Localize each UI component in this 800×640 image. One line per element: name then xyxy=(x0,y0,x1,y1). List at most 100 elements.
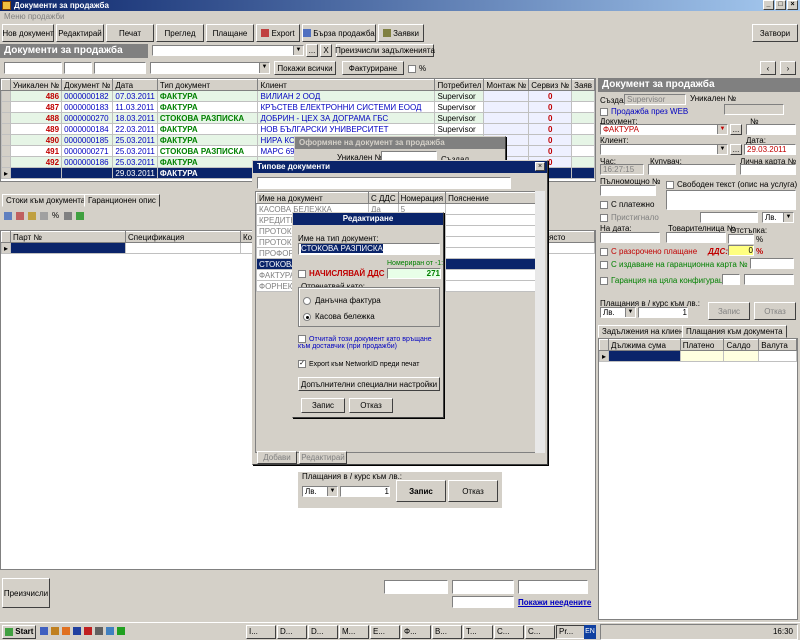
date-field[interactable]: 29.03.2011 xyxy=(744,144,796,155)
number-field[interactable] xyxy=(746,124,796,135)
client-combo[interactable] xyxy=(600,144,728,155)
currency-combo[interactable]: Лв. xyxy=(762,212,794,223)
doc-types-search[interactable] xyxy=(257,177,511,189)
taskbar-task[interactable]: E... xyxy=(370,625,400,639)
panel-save-button[interactable]: Запис xyxy=(708,302,750,320)
taskbar-task[interactable]: D... xyxy=(277,625,307,639)
col-place[interactable]: ясто xyxy=(546,231,595,243)
filter-uid[interactable] xyxy=(4,62,62,74)
folder-icon[interactable] xyxy=(51,627,59,635)
taskbar-task[interactable]: C... xyxy=(525,625,555,639)
taskbar-task[interactable]: C... xyxy=(494,625,524,639)
free-text-checkbox[interactable]: Свободен текст (опис на услуга) xyxy=(666,180,797,189)
sale-save-button[interactable]: Запис xyxy=(396,480,446,502)
quick-sale-button[interactable]: Бърза продажба xyxy=(302,24,376,42)
start-button[interactable]: Start xyxy=(2,625,36,639)
ie-icon[interactable] xyxy=(40,627,48,635)
invoicing-button[interactable]: Фактуриране xyxy=(342,61,404,75)
buyer-field[interactable] xyxy=(648,164,736,175)
sale-pay-rate[interactable]: 1 xyxy=(340,486,390,497)
free-text-field[interactable] xyxy=(666,190,796,210)
web-sale-checkbox[interactable]: Продажба през WEB xyxy=(600,107,688,116)
doc-types-scrollbar[interactable] xyxy=(535,191,545,453)
doc-type-combo[interactable]: ФАКТУРА xyxy=(600,124,728,135)
print-button[interactable]: Печат xyxy=(106,24,154,42)
maximize-button[interactable]: □ xyxy=(775,0,786,10)
taskbar-task[interactable]: M... xyxy=(339,625,369,639)
installments-checkbox[interactable]: С разсрочено плащане xyxy=(600,247,697,256)
percent-checkbox[interactable]: % xyxy=(408,64,426,73)
close-button[interactable]: × xyxy=(787,0,798,10)
sale-cancel-button[interactable]: Отказ xyxy=(448,480,498,502)
doc-row[interactable]: 486 0000000182 07.03.2011 ФАКТУРА ВИЛИАН 2 О… xyxy=(1,90,595,102)
filter-docnum[interactable] xyxy=(64,62,92,74)
col-vat[interactable]: С ДДС xyxy=(368,192,399,204)
edit-item-icon[interactable] xyxy=(28,212,36,220)
idcard-field[interactable] xyxy=(740,164,796,175)
supplier-return-checkbox[interactable]: Отчитай този документ като връщане към д… xyxy=(298,335,440,350)
col-doc-name[interactable]: Име на документ xyxy=(256,192,369,204)
warranty-card-field[interactable] xyxy=(750,258,794,269)
edit-cancel-button[interactable]: Отказ xyxy=(349,398,393,413)
col-currency[interactable]: Валута xyxy=(758,339,797,351)
copy-item-icon[interactable] xyxy=(40,212,48,220)
col-client[interactable]: Клиент xyxy=(257,79,436,91)
doc-row[interactable]: 488 0000000270 18.03.2011 СТОКОВА РАЗПИСКА Д… xyxy=(1,112,595,124)
col-note[interactable]: Пояснение xyxy=(445,192,536,204)
warranty-field-b[interactable] xyxy=(744,274,794,285)
radio-cash-receipt[interactable]: Касова бележка xyxy=(303,312,375,321)
vat-checkbox[interactable]: НАЧИСЛЯВАЙ ДДС xyxy=(298,269,385,278)
col-paid[interactable]: Платено xyxy=(679,339,725,351)
export-button[interactable]: Export xyxy=(256,24,300,42)
edit-button[interactable]: Редактирай xyxy=(56,24,104,42)
col-due[interactable]: Дължима сума xyxy=(608,339,681,351)
orders-button[interactable]: Заявки xyxy=(378,24,424,42)
menu-bar[interactable]: Меню продажби xyxy=(0,11,800,22)
show-debts-link[interactable]: Покажи неедените xyxy=(518,598,591,607)
minimize-button[interactable]: _ xyxy=(763,0,774,10)
filter-date[interactable] xyxy=(94,62,146,74)
add-item-icon[interactable] xyxy=(4,212,12,220)
warranty-field-a[interactable] xyxy=(722,274,740,285)
doc-row[interactable]: 489 0000000184 22.03.2011 ФАКТУРА НОВ БЪЛГАР… xyxy=(1,123,595,135)
waybill-field[interactable] xyxy=(666,232,726,243)
taskbar-task[interactable]: В... xyxy=(432,625,462,639)
vat-field[interactable]: 0 xyxy=(728,245,754,256)
taskbar-task[interactable]: I... xyxy=(246,625,276,639)
filter-clear-button[interactable]: X xyxy=(320,44,332,57)
col-part[interactable]: Парт № xyxy=(10,231,127,243)
debts-grid[interactable]: Дължима сума Платено Салдо Валута ▸ xyxy=(598,338,798,620)
tab-warranty[interactable]: Гаранционен опис xyxy=(84,194,160,207)
taskbar-task[interactable]: D... xyxy=(308,625,338,639)
percent-icon[interactable]: % xyxy=(52,212,60,220)
calculator-icon[interactable] xyxy=(64,212,72,220)
numbered-field[interactable]: 271 xyxy=(387,268,441,279)
recalc-debts-button[interactable]: Преизчисли задълженията xyxy=(335,44,435,57)
taskbar-task[interactable]: Т... xyxy=(463,625,493,639)
doc-filter-combo[interactable] xyxy=(152,45,304,56)
app-launch-icon[interactable] xyxy=(95,627,103,635)
proxy-field[interactable] xyxy=(600,185,656,196)
filter-type[interactable] xyxy=(150,62,270,74)
client-browse[interactable]: ... xyxy=(730,144,742,155)
amount-field[interactable] xyxy=(700,212,758,223)
col-user[interactable]: Потребител xyxy=(434,79,485,91)
export-checkbox[interactable]: ✓ Export към NetworkID преди печат xyxy=(298,360,419,368)
close-window-button[interactable]: Затвори xyxy=(752,24,798,42)
col-balance[interactable]: Салдо xyxy=(723,339,760,351)
preview-button[interactable]: Преглед xyxy=(156,24,204,42)
add-type-button[interactable]: Добави xyxy=(257,451,297,464)
radio-tax-invoice[interactable]: Данъчна фактура xyxy=(303,296,381,305)
warranty-card-checkbox[interactable]: С издаване на гаранционна карта № xyxy=(600,260,748,269)
pay-rate[interactable]: 1 xyxy=(638,307,688,318)
col-order[interactable]: Заяв xyxy=(571,79,595,91)
app2-launch-icon[interactable] xyxy=(106,627,114,635)
prev-doc-button[interactable]: ‹ xyxy=(760,61,776,75)
due-field[interactable] xyxy=(600,232,660,243)
paid-checkbox[interactable]: С платежно xyxy=(600,200,654,209)
next-doc-button[interactable]: › xyxy=(780,61,796,75)
col-date[interactable]: Дата xyxy=(112,79,158,91)
col-numbering[interactable]: Номерация xyxy=(397,192,447,204)
tab-client-debts[interactable]: Задължения на клиента xyxy=(598,325,696,338)
col-docnum[interactable]: Документ № xyxy=(61,79,114,91)
